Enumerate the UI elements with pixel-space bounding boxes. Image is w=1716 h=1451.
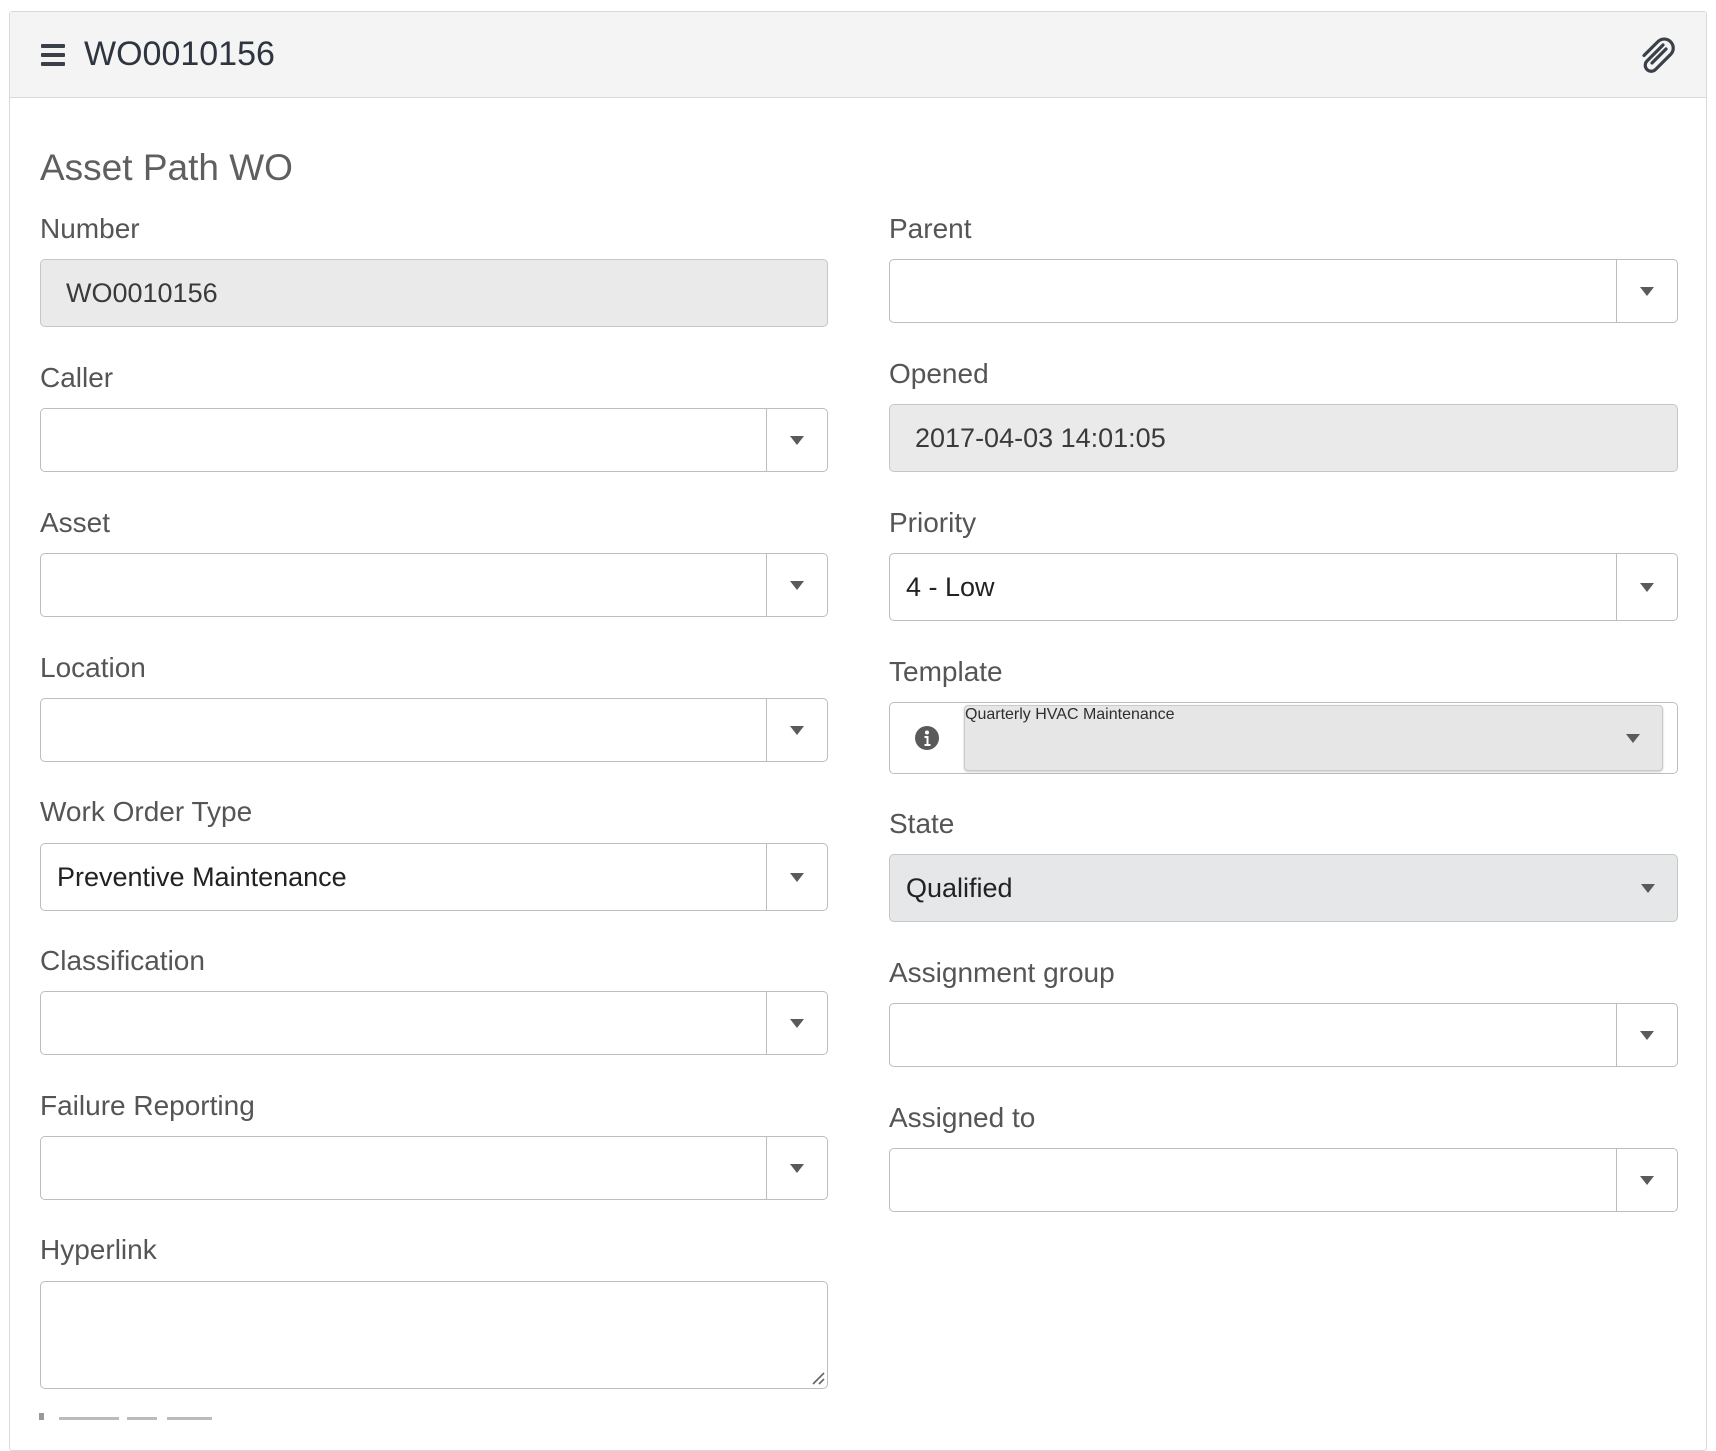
state-value: Qualified — [906, 873, 1013, 903]
form-title: Asset Path WO — [40, 147, 293, 188]
chevron-down-icon[interactable] — [790, 873, 804, 882]
assignment-group-label: Assignment group — [889, 957, 1115, 988]
number-field: WO0010156 — [40, 259, 828, 327]
failure-reporting-select[interactable] — [40, 1136, 828, 1200]
asset-label: Asset — [40, 507, 111, 538]
template-select[interactable]: Quarterly HVAC Maintenance — [964, 705, 1663, 771]
parent-select[interactable] — [889, 259, 1678, 323]
info-icon[interactable] — [914, 725, 940, 751]
location-label: Location — [40, 652, 146, 683]
opened-value: 2017-04-03 14:01:05 — [915, 423, 1166, 453]
assigned-to-select[interactable] — [889, 1148, 1678, 1212]
work-order-type-value: Preventive Maintenance — [57, 862, 347, 892]
priority-value: 4 - Low — [906, 572, 995, 602]
record-title: WO0010156 — [84, 35, 275, 73]
number-label: Number — [40, 213, 140, 244]
chevron-down-icon[interactable] — [790, 436, 804, 445]
state-label: State — [889, 808, 955, 839]
hyperlink-textarea[interactable] — [40, 1281, 828, 1389]
cropped-footnote — [39, 1413, 212, 1420]
template-field[interactable]: Quarterly HVAC Maintenance — [889, 702, 1678, 774]
classification-label: Classification — [40, 945, 205, 976]
chevron-down-icon[interactable] — [1640, 287, 1654, 296]
classification-select[interactable] — [40, 991, 828, 1055]
state-select[interactable]: Qualified — [889, 854, 1678, 922]
chevron-down-icon[interactable] — [1640, 583, 1654, 592]
asset-select[interactable] — [40, 553, 828, 617]
template-value: Quarterly HVAC Maintenance — [965, 706, 1175, 723]
parent-label: Parent — [889, 213, 972, 244]
work-order-type-label: Work Order Type — [40, 796, 253, 827]
chevron-down-icon[interactable] — [790, 1164, 804, 1173]
priority-select[interactable]: 4 - Low — [889, 553, 1678, 621]
location-select[interactable] — [40, 698, 828, 762]
chevron-down-icon[interactable] — [790, 1019, 804, 1028]
chevron-down-icon[interactable] — [1641, 884, 1655, 893]
chevron-down-icon[interactable] — [790, 726, 804, 735]
opened-label: Opened — [889, 358, 989, 389]
hyperlink-label: Hyperlink — [40, 1234, 157, 1265]
chevron-down-icon[interactable] — [1640, 1176, 1654, 1185]
opened-field: 2017-04-03 14:01:05 — [889, 404, 1678, 472]
caller-select[interactable] — [40, 408, 828, 472]
chevron-down-icon[interactable] — [790, 581, 804, 590]
paperclip-icon[interactable] — [1636, 36, 1680, 80]
priority-label: Priority — [889, 507, 977, 538]
caller-label: Caller — [40, 362, 114, 393]
work-order-type-select[interactable]: Preventive Maintenance — [40, 843, 828, 911]
resize-handle-icon[interactable] — [809, 1369, 825, 1385]
template-label: Template — [889, 656, 1003, 687]
assigned-to-label: Assigned to — [889, 1102, 1036, 1133]
chevron-down-icon[interactable] — [1640, 1031, 1654, 1040]
number-value: WO0010156 — [66, 278, 218, 308]
failure-reporting-label: Failure Reporting — [40, 1090, 255, 1121]
hamburger-menu-icon[interactable] — [41, 44, 65, 66]
assignment-group-select[interactable] — [889, 1003, 1678, 1067]
form-header: WO0010156 — [10, 12, 1706, 98]
chevron-down-icon[interactable] — [1626, 734, 1640, 743]
